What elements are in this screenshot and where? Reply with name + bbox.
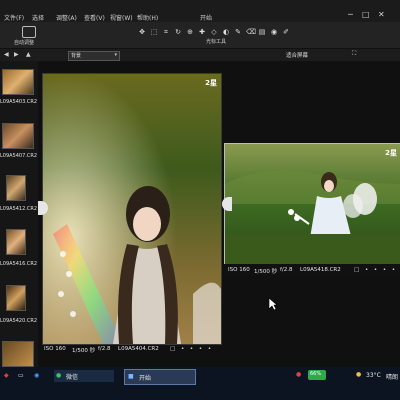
thumbnail-sidebar: L09A5403.CR2 L09A5407.CR2 L09A5412.CR2 L… [0,61,39,367]
meta-iso-left: ISO 160 [44,346,66,352]
annotate-tool-icon[interactable]: ✐ [282,28,290,36]
window-title: 开始 [200,15,213,22]
up-icon[interactable]: ▲ [26,51,31,58]
picker-tool-icon[interactable]: ◉ [270,28,278,36]
photo-right[interactable]: 2星 ISO 160 [224,143,400,265]
fullscreen-icon[interactable]: ⛶ [352,50,356,58]
folder-icon[interactable]: ▭ [18,372,24,379]
wechat-label: 微信 [66,374,79,381]
thumbnail-label: L09A5416.CR2 [0,261,38,267]
auto-adjust-label[interactable]: 自动调整 [14,39,34,46]
select-tool-icon[interactable]: ⬚ [150,28,158,36]
keystone-tool-icon[interactable]: ◇ [210,28,218,36]
fairy-photo-left [43,74,221,344]
meta-filename-right: L09A5418.CR2 [300,267,341,273]
right-meta-bar: ISO 160 1/500 秒 f/2.8 L09A5418.CR2 □ • •… [224,264,400,276]
menu-adjust[interactable]: 调整(A) [56,13,77,22]
meta-iso-right-bar: ISO 160 [228,267,250,273]
meta-aperture-right: f/2.8 [280,267,293,273]
temperature-label: 33°C [366,372,381,379]
thumbnail-image[interactable] [2,69,34,95]
gradient-tool-icon[interactable]: ▤ [258,28,266,36]
thumbnail-label: L09A5412.CR2 [0,206,38,212]
back-icon[interactable]: ◀ [4,51,9,58]
minimize-icon[interactable]: ─ [348,10,353,19]
antivirus-icon[interactable]: ● [296,371,301,378]
taskbar-app-start[interactable]: ■ 开始 [124,369,196,385]
background-select-value: 背景 [71,53,82,59]
sub-toolbar: ◀ ▶ ▲ 背景 ▾ 适合屏幕 ⛶ [0,49,400,61]
maximize-icon[interactable]: □ [362,10,370,19]
menu-select[interactable]: 选择 [32,13,44,22]
meta-shutter-left: 1/500 秒 [72,348,96,354]
thumbnail-label: L09A5420.CR2 [0,318,38,324]
meta-filename-left: L09A5404.CR2 [118,346,159,352]
browser-icon[interactable]: ◉ [34,372,39,379]
crop-tool-icon[interactable]: ⌗ [162,28,170,36]
forward-icon[interactable]: ▶ [14,51,19,58]
photo-left[interactable]: 2星 [42,73,222,345]
compare-handle-icon[interactable] [222,197,232,211]
menu-bar: 文件(F) 选择 调整(A) 查看(V) 视窗(W) 帮助(H) 开始 ─ □ … [0,0,400,22]
weather-icon: ● [356,371,362,378]
cursor-tools-label: 光标工具 [206,39,227,45]
thumbnail-image[interactable] [2,341,34,367]
battery-indicator[interactable]: 66% [308,370,326,380]
menu-file[interactable]: 文件(F) [4,13,24,22]
rating-badge: 2星 [385,149,397,157]
weather-label: 晴朗 [386,374,399,381]
zoom-tool-icon[interactable]: ⊕ [186,28,194,36]
heal-tool-icon[interactable]: ✚ [198,28,206,36]
rotate-tool-icon[interactable]: ↻ [174,28,182,36]
app-icon: ■ [128,373,134,380]
start-icon[interactable]: ◆ [4,372,9,379]
thumbnail-label: L09A5407.CR2 [0,153,38,159]
brush-tool-icon[interactable]: ✎ [234,28,242,36]
right-toolbar-dots[interactable]: □ • • • • [354,267,397,273]
wechat-icon: ● [56,372,62,379]
thumbnail-image[interactable] [6,229,26,255]
taskbar-app-wechat[interactable]: ● 微信 [54,370,114,382]
mouse-cursor-icon [268,297,278,311]
menu-help[interactable]: 帮助(H) [137,13,158,22]
meta-aperture-left: f/2.8 [98,346,111,352]
chevron-down-icon: ▾ [114,52,117,58]
thumbnail-image[interactable] [2,123,34,149]
fit-screen-label[interactable]: 适合屏幕 [286,51,308,59]
pan-tool-icon[interactable]: ✥ [138,28,146,36]
battery-value: 66% [310,371,322,377]
left-toolbar-dots[interactable]: □ • • • • [170,346,213,352]
close-icon[interactable]: ✕ [378,10,385,19]
menu-window[interactable]: 视窗(W) [110,13,133,22]
menu-view[interactable]: 查看(V) [84,13,105,22]
eraser-tool-icon[interactable]: ⌫ [246,28,256,36]
thumbnail-label: L09A5403.CR2 [0,99,38,105]
thumbnail-image[interactable] [6,175,26,201]
rating-badge: 2星 [205,79,217,87]
start-app-label: 开始 [139,375,152,382]
main-viewer: 2星 ISO 160 1/500 秒 f/2.8 L09A5404.CR2 □ … [38,61,400,367]
fairy-photo-right [225,144,400,264]
thumbnail-image[interactable] [6,285,26,311]
meta-shutter-right: 1/500 秒 [254,269,278,275]
mask-tool-icon[interactable]: ◐ [222,28,230,36]
background-select[interactable]: 背景 ▾ [68,51,120,61]
taskbar: ◆ ▭ ◉ ● 微信 ■ 开始 ● 66% ● 33°C 晴朗 [0,367,400,400]
auto-adjust-icon[interactable] [22,26,36,38]
